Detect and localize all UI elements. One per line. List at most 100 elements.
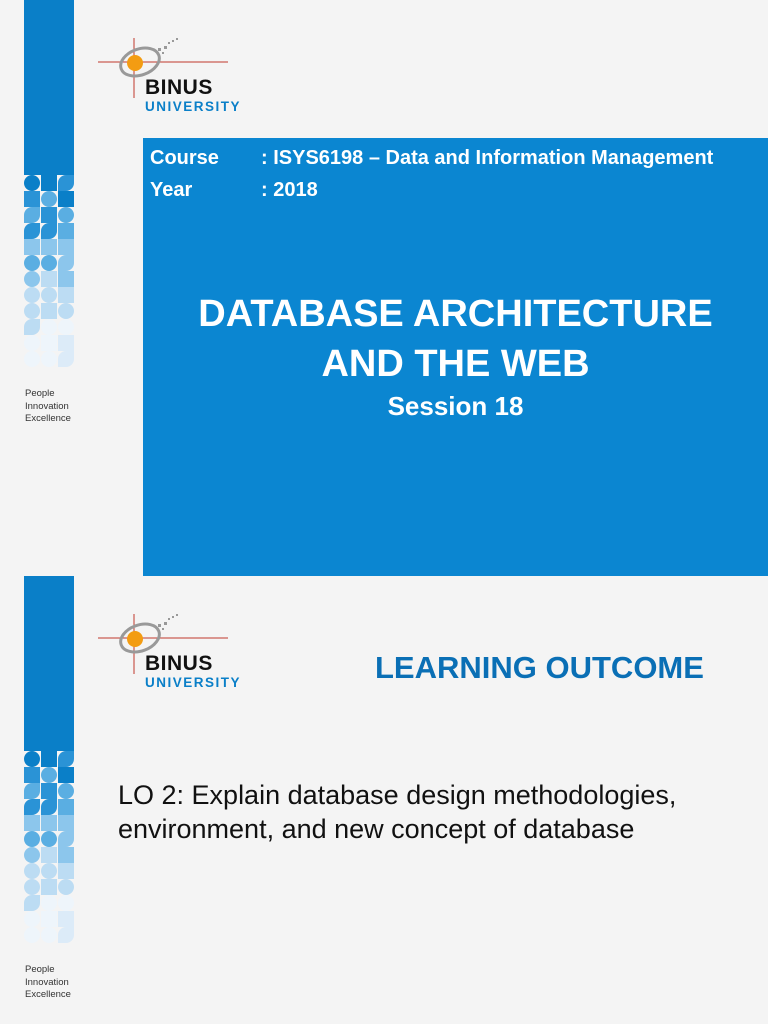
sidebar-tile xyxy=(58,815,74,831)
sidebar-tile xyxy=(41,191,57,207)
sidebar-tile xyxy=(58,287,74,303)
tagline-excellence: Excellence xyxy=(25,413,71,424)
sidebar-tile xyxy=(24,223,40,239)
sidebar-tile xyxy=(41,799,57,815)
sidebar-tile xyxy=(41,255,57,271)
course-value: : ISYS6198 – Data and Information Manage… xyxy=(261,147,714,169)
sidebar-tile xyxy=(41,335,57,351)
sidebar-tile xyxy=(58,319,74,335)
year-label: Year xyxy=(150,179,193,201)
title-line-2: AND THE WEB xyxy=(321,343,590,385)
sidebar-tile xyxy=(24,287,40,303)
sidebar-tile xyxy=(41,911,57,927)
sidebar-tile xyxy=(58,223,74,239)
logo-sub: UNIVERSITY xyxy=(145,675,242,690)
sidebar-tile xyxy=(58,207,74,223)
tagline-people: People xyxy=(25,964,55,975)
sidebar-tile xyxy=(41,303,57,319)
sidebar-tile xyxy=(24,335,40,351)
year-row: Year : 2018 xyxy=(150,179,318,202)
sidebar-tile xyxy=(41,879,57,895)
tagline-innovation: Innovation xyxy=(25,976,69,988)
sidebar-tile xyxy=(41,847,57,863)
sidebar-tile xyxy=(58,847,74,863)
sidebar-decoration xyxy=(24,576,74,946)
sidebar-tile xyxy=(58,239,74,255)
session-label: Session 18 xyxy=(387,391,524,421)
sidebar-tile xyxy=(58,895,74,911)
sidebar-tile xyxy=(58,927,74,943)
sidebar-tile xyxy=(41,175,57,191)
sidebar-decoration xyxy=(24,0,74,370)
sidebar-tile xyxy=(24,239,40,255)
sidebar-tile xyxy=(24,863,40,879)
sidebar-bar xyxy=(24,0,74,175)
course-row: Course : ISYS6198 – Data and Information … xyxy=(150,147,713,170)
sidebar-tile xyxy=(58,863,74,879)
logo-name: BINUS xyxy=(145,652,213,675)
sidebar-tile xyxy=(41,895,57,911)
sidebar-tile xyxy=(58,255,74,271)
tagline-excellence: Excellence xyxy=(25,989,71,1000)
course-label: Course xyxy=(150,147,219,169)
sidebar-tile xyxy=(41,831,57,847)
tagline: People Innovation Excellence xyxy=(25,388,71,426)
tagline-innovation: Innovation xyxy=(25,400,69,412)
sidebar-tile xyxy=(58,335,74,351)
sidebar-tile xyxy=(24,351,40,367)
sidebar-tile xyxy=(24,831,40,847)
sidebar-tile xyxy=(58,767,74,783)
sidebar-tile xyxy=(24,783,40,799)
sidebar-tile xyxy=(41,319,57,335)
sidebar-tile xyxy=(41,783,57,799)
sidebar-tiles xyxy=(24,751,74,946)
sidebar-tile xyxy=(41,815,57,831)
sidebar-tile xyxy=(58,303,74,319)
sidebar-tile xyxy=(41,927,57,943)
sidebar-tile xyxy=(41,767,57,783)
sidebar-tile xyxy=(24,815,40,831)
sidebar-tile xyxy=(24,895,40,911)
sidebar-tile xyxy=(41,207,57,223)
sidebar-tile xyxy=(41,351,57,367)
sidebar-tile xyxy=(58,751,74,767)
sidebar-tile xyxy=(24,879,40,895)
sidebar-tile xyxy=(24,319,40,335)
title-panel: Course : ISYS6198 – Data and Information … xyxy=(143,138,768,576)
sidebar-tile xyxy=(58,799,74,815)
sidebar-tile xyxy=(58,783,74,799)
sidebar-tile xyxy=(58,911,74,927)
sidebar-tile xyxy=(41,239,57,255)
sidebar-tile xyxy=(41,863,57,879)
sidebar-tile xyxy=(24,191,40,207)
slide-learning-outcome: People Innovation Excellence BINUS UNIVE… xyxy=(0,576,768,1024)
tagline: People Innovation Excellence xyxy=(25,964,71,1002)
sidebar-bar xyxy=(24,576,74,751)
sidebar-tile xyxy=(24,767,40,783)
sidebar-tile xyxy=(24,271,40,287)
sidebar-tile xyxy=(24,207,40,223)
tagline-people: People xyxy=(25,388,55,399)
sidebar-tile xyxy=(41,271,57,287)
sidebar-tile xyxy=(24,255,40,271)
sidebar-tile xyxy=(41,751,57,767)
sidebar-tile xyxy=(58,879,74,895)
sidebar-tile xyxy=(24,799,40,815)
slide-title: People Innovation Excellence BINUS UNIVE… xyxy=(0,0,768,576)
sidebar-tile xyxy=(24,927,40,943)
sidebar-tile xyxy=(24,911,40,927)
title-line-1: DATABASE ARCHITECTURE xyxy=(198,293,713,335)
logo-sub: UNIVERSITY xyxy=(145,99,242,114)
sidebar-tile xyxy=(58,191,74,207)
learning-outcome-heading: LEARNING OUTCOME xyxy=(375,650,704,685)
logo-name: BINUS xyxy=(145,76,213,99)
sidebar-tile xyxy=(24,847,40,863)
year-value: : 2018 xyxy=(261,179,318,201)
sidebar-tile xyxy=(58,351,74,367)
sidebar-tiles xyxy=(24,175,74,370)
sidebar-tile xyxy=(58,271,74,287)
learning-outcome-text: LO 2: Explain database design methodolog… xyxy=(118,780,677,844)
sidebar-tile xyxy=(41,287,57,303)
sidebar-tile xyxy=(24,303,40,319)
sidebar-tile xyxy=(24,751,40,767)
